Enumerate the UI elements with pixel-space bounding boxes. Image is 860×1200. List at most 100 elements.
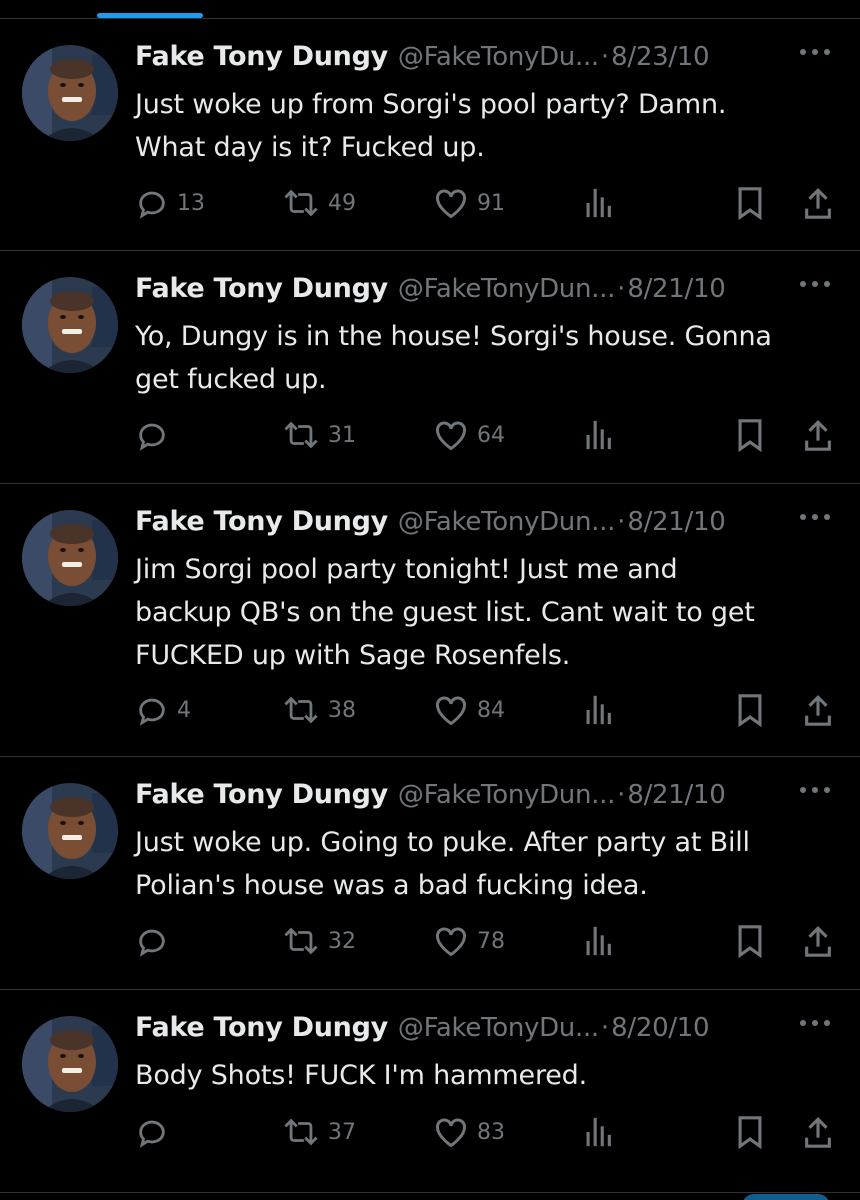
user-handle[interactable]: @FakeTonyDun... (398, 780, 615, 810)
share-button[interactable] (803, 183, 833, 223)
more-options-icon[interactable] (800, 787, 830, 795)
tweet-header: Fake Tony Dungy @FakeTonyDu... · 8/23/10 (135, 41, 830, 81)
retweet-icon (282, 1115, 320, 1149)
separator-dot: · (617, 274, 626, 304)
like-button[interactable]: 78 (433, 921, 505, 961)
bookmark-icon (735, 418, 765, 452)
tweet[interactable]: Fake Tony Dungy @FakeTonyDu... · 8/20/10… (0, 990, 860, 1193)
tweet-text: Jim Sorgi pool party tonight! Just me an… (135, 554, 755, 671)
separator-dot: · (600, 42, 610, 72)
display-name[interactable]: Fake Tony Dungy (135, 273, 388, 304)
reply-icon (135, 1115, 169, 1149)
views-icon (583, 418, 613, 452)
reply-button[interactable] (135, 1112, 177, 1152)
retweet-count: 49 (328, 190, 356, 216)
display-name[interactable]: Fake Tony Dungy (135, 779, 388, 810)
retweet-button[interactable]: 31 (282, 415, 356, 455)
more-options-icon[interactable] (800, 514, 830, 522)
timeline-feed: Fake Tony Dungy @FakeTonyDu... · 8/23/10… (0, 19, 860, 1193)
tweet-actions: 31 64 (135, 415, 838, 455)
reply-icon (135, 924, 169, 958)
views-icon (583, 186, 613, 220)
share-icon (803, 186, 833, 220)
tweet-date[interactable]: 8/23/10 (611, 42, 709, 72)
tweet[interactable]: Fake Tony Dungy @FakeTonyDu... · 8/23/10… (0, 19, 860, 251)
more-options-icon[interactable] (800, 281, 830, 289)
tweet-date[interactable]: 8/21/10 (627, 507, 725, 537)
views-button[interactable] (583, 1112, 613, 1152)
tweet-date[interactable]: 8/20/10 (611, 1013, 709, 1043)
tweet-header: Fake Tony Dungy @FakeTonyDu... · 8/20/10 (135, 1012, 830, 1052)
bookmark-icon (735, 924, 765, 958)
share-button[interactable] (803, 1112, 833, 1152)
retweet-count: 37 (328, 1119, 356, 1145)
reply-button[interactable] (135, 921, 177, 961)
retweet-count: 38 (328, 697, 356, 723)
reply-icon (135, 693, 169, 727)
display-name[interactable]: Fake Tony Dungy (135, 1012, 388, 1043)
avatar[interactable] (22, 783, 118, 879)
bookmark-button[interactable] (735, 1112, 765, 1152)
like-icon (433, 924, 469, 958)
retweet-count: 31 (328, 422, 356, 448)
like-icon (433, 1115, 469, 1149)
like-button[interactable]: 91 (433, 183, 505, 223)
share-icon (803, 693, 833, 727)
share-icon (803, 924, 833, 958)
like-count: 83 (477, 1119, 505, 1145)
separator-dot: · (600, 1013, 610, 1043)
tweet-date[interactable]: 8/21/10 (627, 274, 725, 304)
avatar[interactable] (22, 1016, 118, 1112)
retweet-icon (282, 693, 320, 727)
views-button[interactable] (583, 183, 613, 223)
display-name[interactable]: Fake Tony Dungy (135, 41, 388, 72)
views-button[interactable] (583, 690, 613, 730)
more-options-icon[interactable] (800, 1020, 830, 1028)
like-button[interactable]: 83 (433, 1112, 505, 1152)
retweet-button[interactable]: 37 (282, 1112, 356, 1152)
reply-icon (135, 186, 169, 220)
retweet-icon (282, 418, 320, 452)
like-icon (433, 186, 469, 220)
bookmark-button[interactable] (735, 921, 765, 961)
reply-button[interactable]: 13 (135, 183, 205, 223)
more-options-icon[interactable] (800, 49, 830, 57)
user-handle[interactable]: @FakeTonyDu... (398, 42, 599, 72)
user-handle[interactable]: @FakeTonyDun... (398, 507, 615, 537)
share-button[interactable] (803, 690, 833, 730)
user-handle[interactable]: @FakeTonyDu... (398, 1013, 599, 1043)
views-button[interactable] (583, 921, 613, 961)
retweet-button[interactable]: 38 (282, 690, 356, 730)
retweet-icon (282, 186, 320, 220)
tweet-actions: 32 78 (135, 921, 838, 961)
reply-button[interactable] (135, 415, 177, 455)
tweet-text: Yo, Dungy is in the house! Sorgi's house… (135, 321, 772, 395)
share-button[interactable] (803, 415, 833, 455)
like-button[interactable]: 84 (433, 690, 505, 730)
like-button[interactable]: 64 (433, 415, 505, 455)
retweet-button[interactable]: 49 (282, 183, 356, 223)
share-icon (803, 418, 833, 452)
like-count: 64 (477, 422, 505, 448)
share-button[interactable] (803, 921, 833, 961)
avatar[interactable] (22, 277, 118, 373)
retweet-button[interactable]: 32 (282, 921, 356, 961)
avatar[interactable] (22, 510, 118, 606)
bookmark-button[interactable] (735, 415, 765, 455)
avatar[interactable] (22, 45, 118, 141)
reply-button[interactable]: 4 (135, 690, 191, 730)
user-handle[interactable]: @FakeTonyDun... (398, 274, 615, 304)
tweet-actions: 37 83 (135, 1112, 838, 1152)
bookmark-button[interactable] (735, 183, 765, 223)
tweet-header: Fake Tony Dungy @FakeTonyDun... · 8/21/1… (135, 506, 830, 546)
tweet[interactable]: Fake Tony Dungy @FakeTonyDun... · 8/21/1… (0, 757, 860, 990)
display-name[interactable]: Fake Tony Dungy (135, 506, 388, 537)
tweet[interactable]: Fake Tony Dungy @FakeTonyDun... · 8/21/1… (0, 484, 860, 757)
tweet-text: Just woke up. Going to puke. After party… (135, 827, 750, 901)
tweet-date[interactable]: 8/21/10 (627, 780, 725, 810)
like-icon (433, 693, 469, 727)
views-button[interactable] (583, 415, 613, 455)
tweet[interactable]: Fake Tony Dungy @FakeTonyDun... · 8/21/1… (0, 251, 860, 484)
compose-button-edge[interactable] (742, 1194, 830, 1200)
bookmark-button[interactable] (735, 690, 765, 730)
